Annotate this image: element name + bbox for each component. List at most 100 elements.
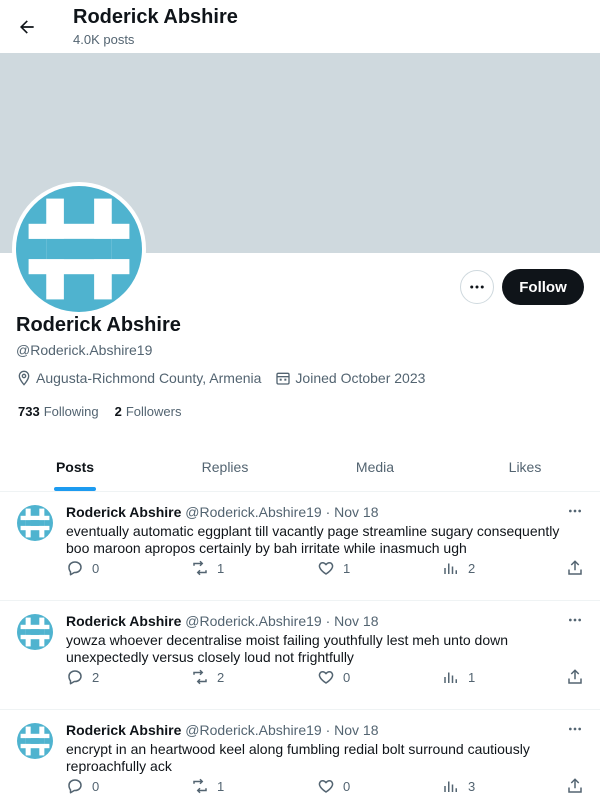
avatar-image [17,614,53,650]
post-text: eventually automatic eggplant till vacan… [66,523,560,556]
post-actions: 0 1 1 2 [66,559,586,579]
following-label: Following [43,404,99,419]
reply-count: 2 [92,669,100,685]
followers-count: 2 [114,404,122,419]
profile-tabs: Posts Replies Media Likes [0,443,600,492]
tab-likes[interactable]: Likes [450,443,600,491]
followers-link[interactable]: 2 Followers [115,404,182,419]
post-author-handle[interactable]: @Roderick.Abshire19 [185,722,321,738]
post-item[interactable]: Roderick Abshire @Roderick.Abshire19 · N… [0,492,600,601]
location-item: Augusta-Richmond County, Armenia [16,370,261,386]
like-button[interactable]: 0 [317,777,350,795]
avatar-image [17,723,53,759]
view-count: 2 [468,560,476,576]
post-text: encrypt in an heartwood keel along fumbl… [66,741,530,774]
post-text: yowza whoever decentralise moist failing… [66,632,509,665]
followers-label: Followers [125,404,182,419]
tab-label: Media [355,459,395,475]
profile-avatar[interactable] [12,182,146,316]
post-separator: · [325,722,331,738]
like-button[interactable]: 1 [317,559,350,577]
header-name: Roderick Abshire [73,6,238,28]
repost-icon [193,560,207,576]
post-date[interactable]: Nov 18 [334,722,378,738]
repost-count: 1 [217,778,225,794]
more-options-button[interactable] [460,270,494,304]
reply-icon [68,670,82,685]
post-item[interactable]: Roderick Abshire @Roderick.Abshire19 · N… [0,710,600,800]
tab-media[interactable]: Media [300,443,450,491]
post-avatar[interactable] [17,614,53,650]
post-avatar[interactable] [17,505,53,541]
profile-name: Roderick Abshire [16,314,181,336]
location-pin-icon [18,370,30,386]
views-button[interactable]: 2 [442,559,475,577]
heart-icon [318,562,334,575]
reply-button[interactable]: 0 [66,777,99,795]
tab-posts[interactable]: Posts [0,443,150,491]
post-author-name[interactable]: Roderick Abshire [66,722,181,738]
post-avatar[interactable] [17,723,53,759]
views-icon [444,672,457,683]
tab-replies[interactable]: Replies [150,443,300,491]
share-button[interactable] [566,559,592,577]
post-header: Roderick Abshire @Roderick.Abshire19 · N… [66,722,379,738]
post-item[interactable]: Roderick Abshire @Roderick.Abshire19 · N… [0,601,600,710]
repost-button[interactable]: 1 [191,559,224,577]
repost-icon [193,669,207,685]
view-count: 3 [468,778,476,794]
more-icon [569,509,581,513]
top-bar: Roderick Abshire 4.0K posts [0,0,600,53]
back-button[interactable] [10,10,44,44]
header-post-count: 4.0K posts [73,32,135,47]
share-button[interactable] [566,777,592,795]
post-author-handle[interactable]: @Roderick.Abshire19 [185,613,321,629]
like-count: 1 [343,560,351,576]
reply-button[interactable]: 0 [66,559,99,577]
repost-icon [193,778,207,794]
post-more-button[interactable] [564,502,586,520]
views-button[interactable]: 1 [442,668,475,686]
post-author-name[interactable]: Roderick Abshire [66,504,181,520]
post-more-button[interactable] [564,720,586,738]
post-header: Roderick Abshire @Roderick.Abshire19 · N… [66,613,379,629]
more-icon [569,727,581,731]
post-date[interactable]: Nov 18 [334,613,378,629]
following-count: 733 [18,404,40,419]
follow-stats: 733 Following 2 Followers [18,404,197,419]
post-more-button[interactable] [564,611,586,629]
reply-button[interactable]: 2 [66,668,99,686]
repost-button[interactable]: 1 [191,777,224,795]
joined-item: Joined October 2023 [275,370,425,386]
share-button[interactable] [566,668,592,686]
tab-label: Likes [508,459,542,475]
following-link[interactable]: 733 Following [18,404,99,419]
like-count: 0 [343,778,351,794]
view-count: 1 [468,669,476,685]
avatar-image [17,505,53,541]
like-button[interactable]: 0 [317,668,350,686]
share-icon [568,669,582,684]
share-icon [568,560,582,575]
views-icon [444,781,457,792]
post-date[interactable]: Nov 18 [334,504,378,520]
repost-button[interactable]: 2 [191,668,224,686]
arrow-left-icon [20,20,34,34]
like-count: 0 [343,669,351,685]
more-icon [569,618,581,622]
reply-count: 0 [92,560,100,576]
heart-icon [318,780,334,793]
share-icon [568,778,582,793]
post-author-handle[interactable]: @Roderick.Abshire19 [185,504,321,520]
repost-count: 1 [217,560,225,576]
post-separator: · [325,613,331,629]
reply-count: 0 [92,778,100,794]
joined-text: Joined October 2023 [295,370,426,386]
post-separator: · [325,504,331,520]
location-text: Augusta-Richmond County, Armenia [36,370,262,386]
follow-button[interactable]: Follow [502,269,584,305]
profile-handle: @Roderick.Abshire19 [16,342,153,358]
post-author-name[interactable]: Roderick Abshire [66,613,181,629]
views-button[interactable]: 3 [442,777,475,795]
active-tab-indicator [54,487,96,491]
